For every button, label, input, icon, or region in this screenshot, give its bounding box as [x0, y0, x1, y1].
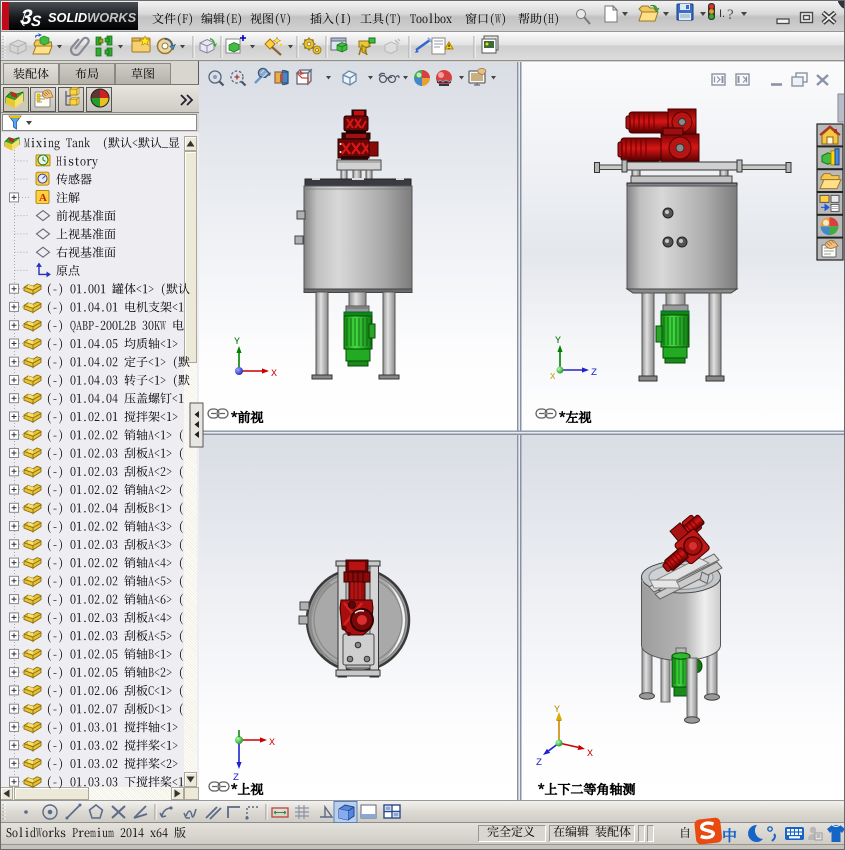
- svg-text:I.: I.: [719, 8, 725, 20]
- svg-text:X: X: [271, 369, 277, 380]
- svg-text:Y: Y: [554, 705, 560, 716]
- svg-text:Y: Y: [555, 336, 561, 347]
- svg-text:Z: Z: [536, 758, 542, 769]
- svg-text:Z: Z: [591, 368, 597, 379]
- svg-text:X: X: [550, 372, 556, 382]
- svg-text:Z: Z: [233, 773, 239, 784]
- svg-text:X: X: [269, 738, 275, 749]
- svg-text:A: A: [39, 192, 47, 204]
- svg-text:?: ?: [727, 7, 734, 23]
- svg-text:X: X: [587, 749, 593, 760]
- svg-text:Y: Y: [234, 337, 240, 348]
